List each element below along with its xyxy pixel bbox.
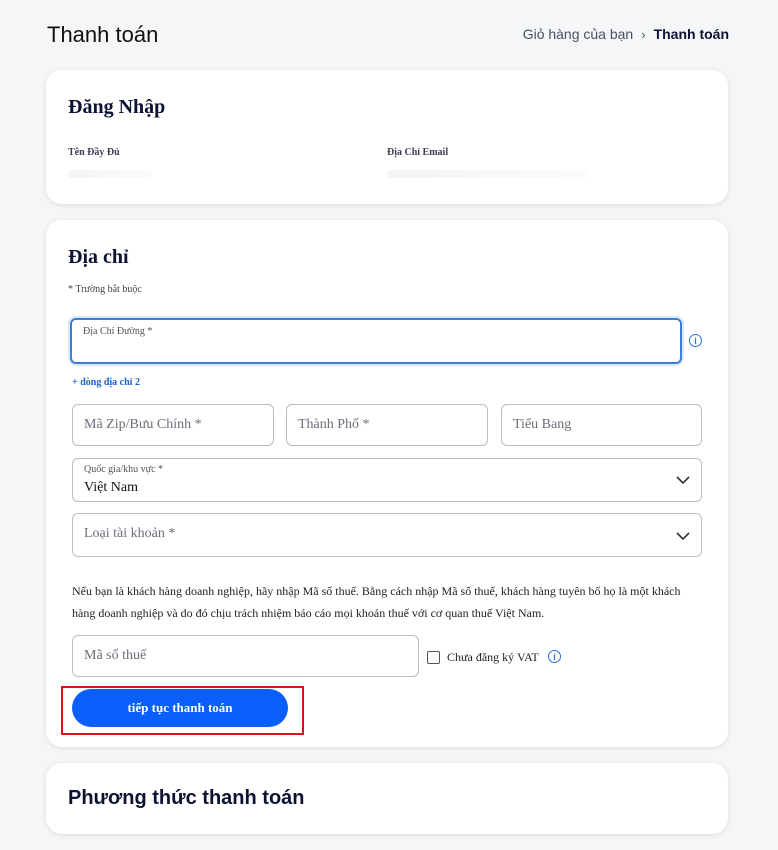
address-heading: Địa chỉ [68,246,129,268]
full-name-value [68,170,152,178]
country-select[interactable]: Quốc gia/khu vực * Việt Nam [72,458,702,502]
info-icon[interactable]: i [689,334,702,347]
street-address-input[interactable]: Địa Chỉ Đường * [70,318,682,364]
city-input[interactable]: Thành Phố * [286,404,488,446]
street-address-label: Địa Chỉ Đường * [83,326,153,337]
city-placeholder: Thành Phố * [298,417,370,432]
country-label: Quốc gia/khu vực * [84,464,164,475]
add-address-line-2-link[interactable]: + dòng địa chỉ 2 [72,377,140,388]
page-title: Thanh toán [47,22,159,47]
email-value [387,170,587,178]
tax-id-placeholder: Mã số thuế [84,648,147,663]
full-name-label: Tên Đầy Đủ [68,147,120,158]
address-card: Địa chỉ * Trường bắt buộc Địa Chỉ Đường … [46,220,728,747]
state-input[interactable]: Tiểu Bang [501,404,702,446]
chevron-right-icon: › [641,26,646,42]
email-label: Địa Chỉ Email [387,147,449,158]
zip-code-input[interactable]: Mã Zip/Bưu Chính * [72,404,274,446]
payment-heading: Phương thức thanh toán [68,787,305,809]
payment-card: Phương thức thanh toán [46,763,728,834]
breadcrumb-current: Thanh toán [653,26,729,42]
chevron-down-icon [676,532,690,541]
chevron-down-icon [676,476,690,485]
zip-code-placeholder: Mã Zip/Bưu Chính * [84,417,202,432]
tax-id-note: Nếu bạn là khách hàng doanh nghiệp, hãy … [72,584,681,620]
tax-id-input[interactable]: Mã số thuế [72,635,419,677]
vat-unregistered-checkbox[interactable] [427,651,440,664]
login-card: Đăng Nhập Tên Đầy Đủ Địa Chỉ Email [46,70,728,204]
vat-unregistered-label: Chưa đăng ký VAT [447,650,539,664]
account-type-placeholder: Loại tài khoản * [84,526,176,541]
login-heading: Đăng Nhập [68,96,166,118]
required-note: * Trường bắt buộc [68,284,142,295]
country-value: Việt Nam [84,480,138,495]
state-placeholder: Tiểu Bang [513,417,572,432]
breadcrumb: Giỏ hàng của bạn › Thanh toán [523,26,729,42]
breadcrumb-cart-link[interactable]: Giỏ hàng của bạn [523,26,634,42]
continue-checkout-button[interactable]: tiếp tục thanh toán [72,689,288,727]
vat-info-icon[interactable]: i [548,650,561,663]
account-type-select[interactable]: Loại tài khoản * [72,513,702,557]
